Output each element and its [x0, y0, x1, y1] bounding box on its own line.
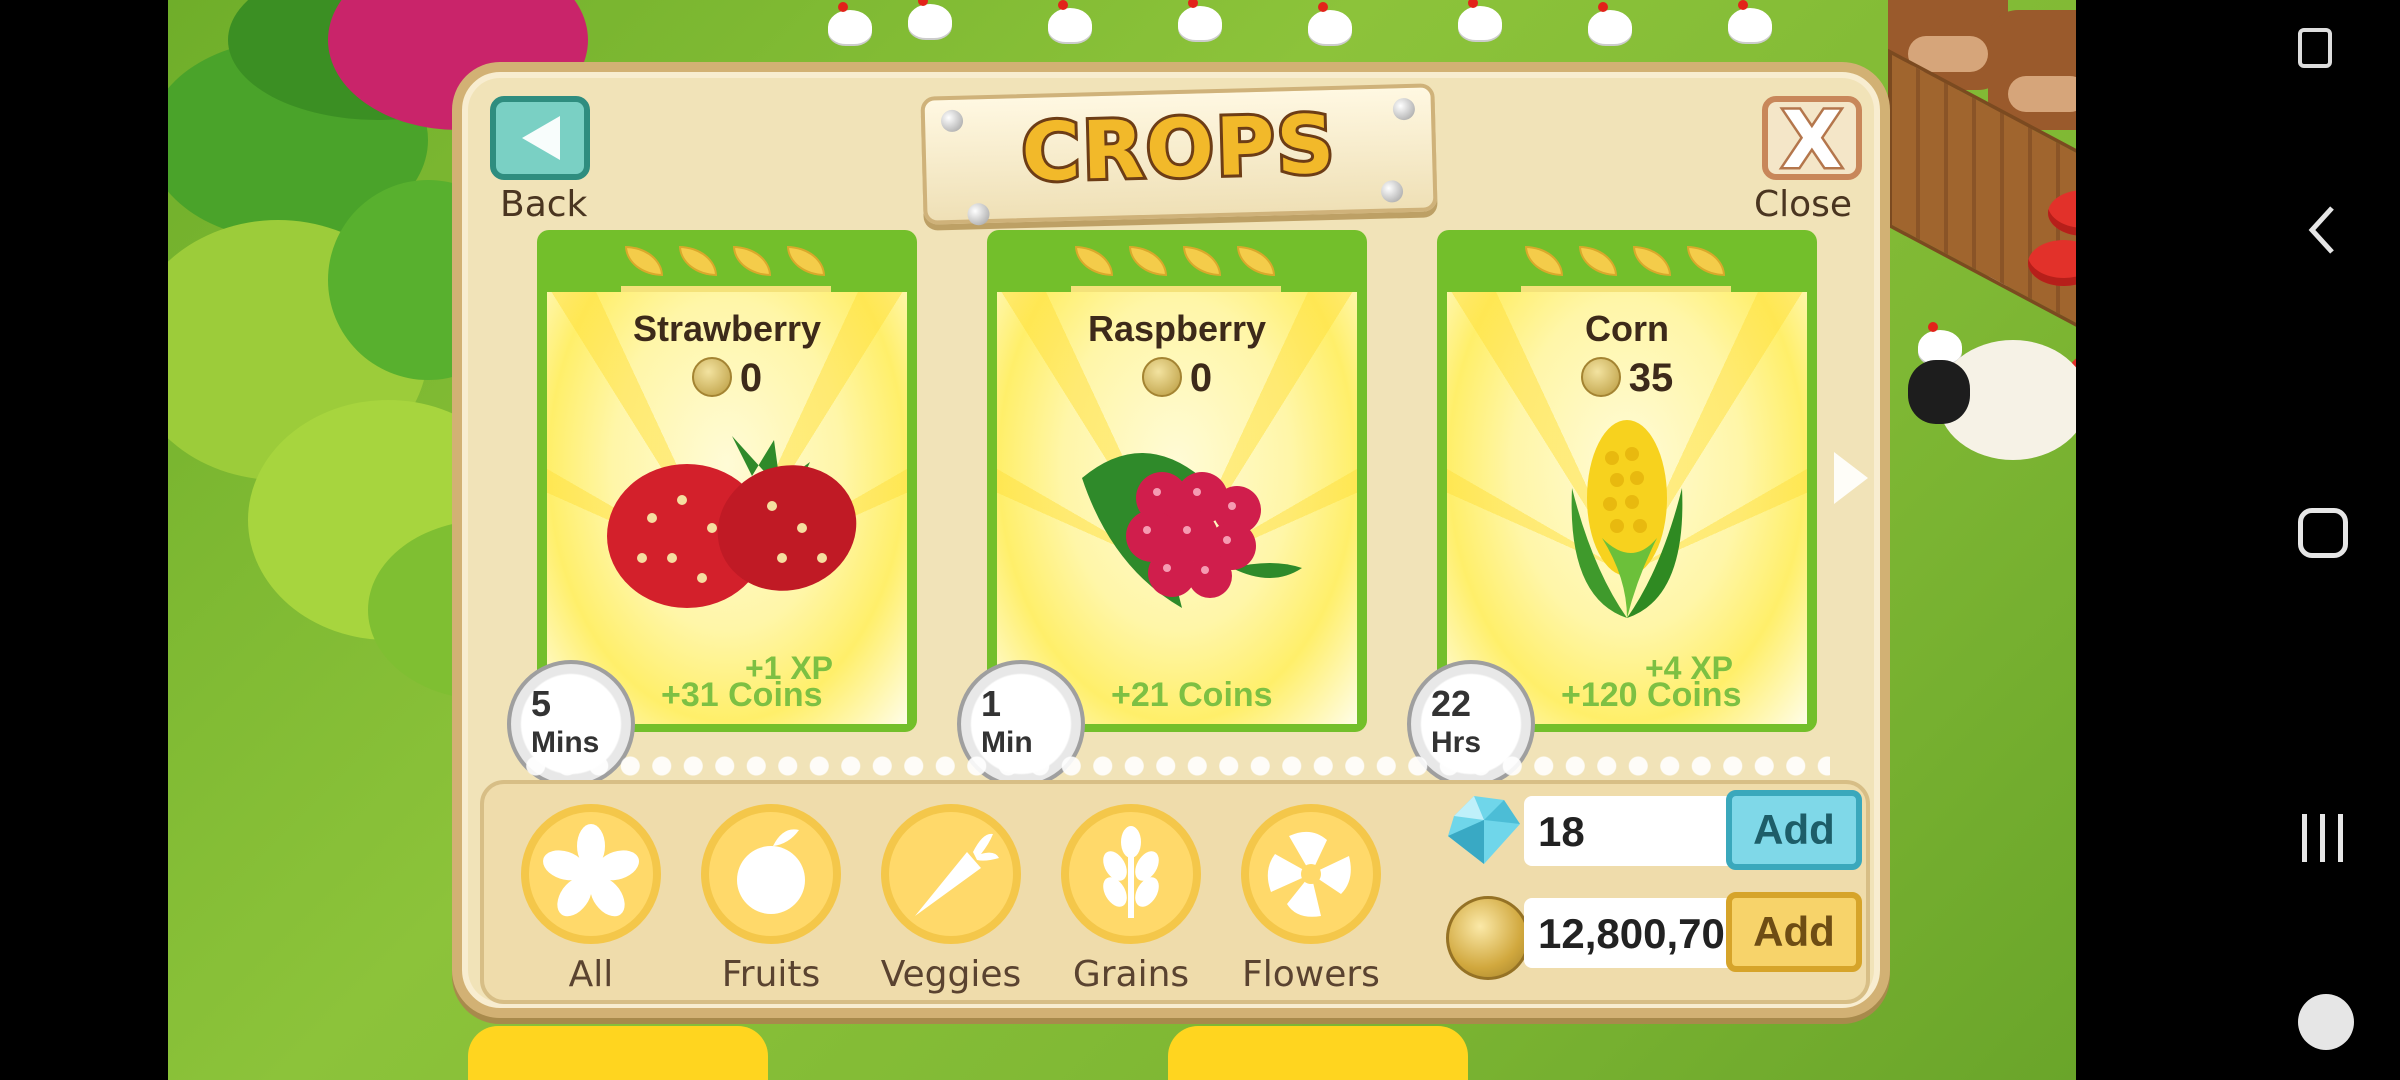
- category-fruits[interactable]: Fruits: [696, 804, 846, 995]
- growth-leaves-icon: [621, 242, 831, 300]
- coin-icon: [1141, 357, 1182, 397]
- dotted-divider: [520, 754, 1830, 778]
- crops-dialog: CROPS Back X Close Strawberry 0 5 Mins +…: [452, 62, 1890, 1018]
- back-label: Back: [500, 184, 588, 225]
- crop-price: 0: [987, 356, 1367, 401]
- next-page-arrow-icon[interactable]: [1834, 452, 1868, 504]
- yellow-decoration: [468, 1026, 768, 1080]
- close-label: Close: [1754, 184, 1853, 225]
- category-flowers[interactable]: Flowers: [1236, 804, 1386, 995]
- timer-value: 22: [1431, 683, 1472, 724]
- chicken: [1918, 322, 1962, 364]
- fruits-icon: [701, 804, 841, 944]
- close-icon: X: [1779, 94, 1844, 189]
- chicken: [1588, 2, 1632, 44]
- chicken: [1458, 0, 1502, 40]
- crop-price: 0: [537, 356, 917, 401]
- dialog-title: CROPS: [1017, 95, 1340, 202]
- coins-value: 12,800,702: [1538, 910, 1749, 957]
- category-grains[interactable]: Grains: [1056, 804, 1206, 995]
- coins-row: 12,800,702 Add: [1444, 892, 1874, 980]
- crop-name: Corn: [1585, 308, 1669, 349]
- timer-value: 5: [531, 683, 552, 724]
- game-controller-icon[interactable]: [2298, 994, 2354, 1050]
- crop-name: Strawberry: [632, 308, 822, 349]
- chicken: [908, 0, 952, 38]
- category-label: Grains: [1072, 954, 1190, 995]
- category-label: Flowers: [1242, 954, 1380, 995]
- screen-capture-icon[interactable]: [2298, 28, 2332, 68]
- coin-icon: [691, 357, 732, 397]
- close-button[interactable]: X: [1762, 94, 1862, 189]
- chicken: [1048, 0, 1092, 42]
- add-coins-button[interactable]: Add: [1726, 892, 1862, 972]
- nail-decoration: [967, 202, 990, 226]
- coin-reward: +21 Coins: [1111, 676, 1273, 714]
- chicken: [828, 2, 872, 44]
- system-navigation-bar: [2076, 0, 2400, 1080]
- grains-icon: [1061, 804, 1201, 944]
- growth-leaves-icon: [1521, 242, 1731, 300]
- chicken: [1178, 0, 1222, 40]
- crop-price: 35: [1437, 356, 1817, 401]
- veggies-icon: [881, 804, 1021, 944]
- category-veggies[interactable]: Veggies: [876, 804, 1026, 995]
- growth-leaves-icon: [1071, 242, 1281, 300]
- add-gems-button[interactable]: Add: [1726, 790, 1862, 870]
- sheep: [1908, 340, 2076, 460]
- raspberry-icon: [1082, 453, 1302, 608]
- chicken: [1728, 0, 1772, 42]
- corn-icon: [1571, 420, 1683, 618]
- yellow-decoration: [1168, 1026, 1468, 1080]
- title-plank: CROPS: [920, 83, 1438, 226]
- category-label: Veggies: [880, 954, 1022, 995]
- back-arrow-icon: [522, 116, 560, 160]
- timer-value: 1: [981, 683, 1002, 724]
- back-nav-icon[interactable]: [2302, 200, 2342, 260]
- coin-reward: +31 Coins: [661, 676, 823, 714]
- chicken: [1308, 2, 1352, 44]
- category-shelf: All Fruits Veggies Grains Flowers 18 Add…: [480, 780, 1870, 1004]
- category-label: Fruits: [721, 954, 821, 995]
- crop-card-raspberry[interactable]: Raspberry 0 1 Min +21 Coins: [957, 230, 1367, 788]
- coin-stack-icon: [1446, 896, 1530, 980]
- recents-nav-icon[interactable]: [2296, 810, 2350, 866]
- flowers-icon: [1241, 804, 1381, 944]
- crop-name: Raspberry: [1087, 308, 1267, 349]
- home-nav-icon[interactable]: [2298, 508, 2348, 558]
- coin-icon: [1580, 357, 1621, 397]
- crop-card-corn[interactable]: Corn 35 22 Hrs +4 XP +120 Coins: [1407, 230, 1817, 788]
- gem-icon: [1448, 796, 1520, 864]
- back-button[interactable]: [490, 96, 590, 180]
- category-label: All: [568, 954, 614, 995]
- coin-reward: +120 Coins: [1561, 676, 1742, 714]
- crop-card-strawberry[interactable]: Strawberry 0 5 Mins +1 XP +31 Coins: [507, 230, 917, 788]
- all-icon: [521, 804, 661, 944]
- gems-value: 18: [1538, 808, 1585, 855]
- gems-row: 18 Add: [1444, 790, 1874, 870]
- strawberry-icon: [607, 436, 857, 608]
- category-all[interactable]: All: [516, 804, 666, 995]
